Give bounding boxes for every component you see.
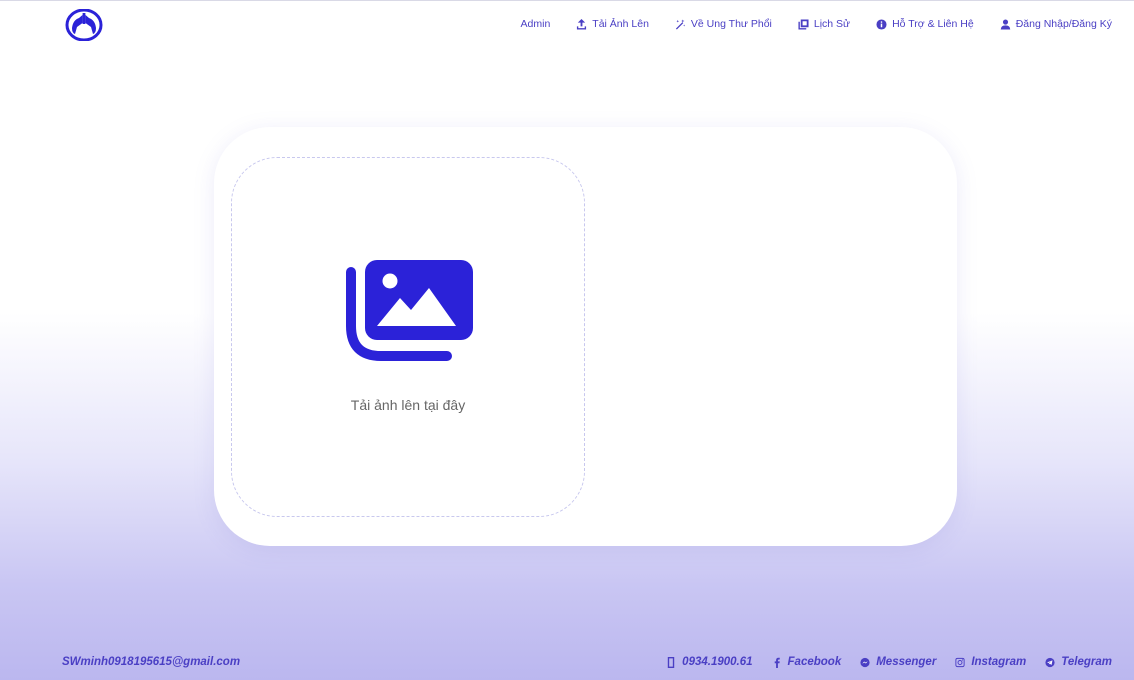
magic-wand-icon [675, 18, 686, 30]
facebook-icon [774, 657, 780, 668]
upload-card: Tải ảnh lên tại đây [214, 127, 957, 546]
nav-support[interactable]: Hỗ Trợ & Liên Hệ [876, 18, 974, 30]
info-icon [876, 18, 887, 30]
nav-admin[interactable]: Admin [521, 18, 551, 30]
footer-facebook-label: Facebook [787, 656, 842, 668]
main-nav: Admin Tải Ảnh Lên Về Ung Thư Phổi Lịch S… [495, 18, 1112, 30]
lungs-logo-icon[interactable] [65, 9, 103, 41]
nav-upload[interactable]: Tải Ảnh Lên [576, 18, 649, 30]
nav-login[interactable]: Đăng Nhập/Đăng Ký [1000, 18, 1112, 30]
footer-telegram-label: Telegram [1061, 656, 1112, 668]
footer-instagram-label: Instagram [971, 656, 1027, 668]
footer-messenger[interactable]: Messenger [860, 656, 936, 668]
nav-about-lung-cancer[interactable]: Về Ung Thư Phổi [675, 18, 772, 30]
footer-telegram[interactable]: Telegram [1045, 656, 1112, 668]
nav-upload-label: Tải Ảnh Lên [592, 18, 649, 30]
nav-admin-label: Admin [520, 18, 551, 30]
user-icon [1000, 18, 1010, 30]
nav-support-label: Hỗ Trợ & Liên Hệ [892, 18, 974, 30]
footer-phone[interactable]: 0934.1900.61 [666, 656, 753, 668]
footer-email[interactable]: SWminh0918195615@gmail.com [62, 656, 240, 668]
telegram-icon [1045, 657, 1055, 667]
upload-prompt-text: Tải ảnh lên tại đây [350, 397, 466, 413]
upload-dropzone[interactable]: Tải ảnh lên tại đây [231, 157, 585, 517]
footer-links: 0934.1900.61 Facebook Messenger Instagra… [647, 656, 1112, 668]
instagram-icon [955, 657, 965, 667]
nav-about-label: Về Ung Thư Phổi [690, 18, 772, 30]
footer-facebook[interactable]: Facebook [772, 656, 842, 668]
images-icon [346, 260, 473, 361]
phone-icon [667, 656, 675, 668]
nav-login-label: Đăng Nhập/Đăng Ký [1015, 18, 1112, 30]
footer-phone-label: 0934.1900.61 [682, 656, 753, 668]
history-icon [798, 18, 809, 30]
footer-messenger-label: Messenger [876, 656, 937, 668]
nav-history[interactable]: Lịch Sử [798, 18, 850, 30]
footer-instagram[interactable]: Instagram [955, 656, 1026, 668]
upload-icon [577, 18, 587, 30]
messenger-icon [860, 657, 870, 667]
nav-history-label: Lịch Sử [813, 18, 851, 30]
